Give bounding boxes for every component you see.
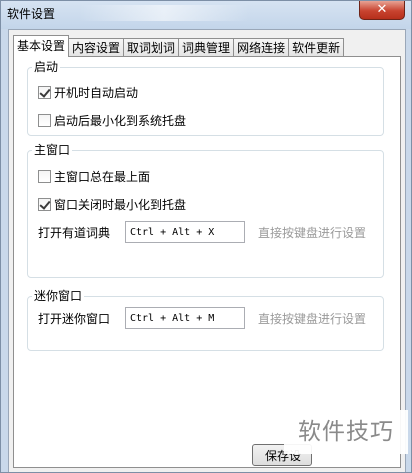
tab-word-capture[interactable]: 取词划词 [123,38,180,57]
title-bar-ghost-text [79,5,249,21]
always-on-top-checkbox[interactable] [38,169,51,183]
title-bar: 软件设置 ✕ [1,1,411,29]
close-to-tray-checkbox[interactable] [38,197,51,211]
settings-window: 软件设置 ✕ 基本设置 内容设置 取词划词 词典管理 网络连接 软件更新 启动 … [0,0,412,473]
close-to-tray-label: 窗口关闭时最小化到托盘 [54,197,187,212]
tab-dictionary-management[interactable]: 词典管理 [178,38,235,57]
dialog-client-area: 基本设置 内容设置 取词划词 词典管理 网络连接 软件更新 启动 开机时自动启动… [8,29,406,472]
close-to-tray-row[interactable]: 窗口关闭时最小化到托盘 [38,195,186,213]
close-icon: ✕ [376,2,388,17]
auto-start-label: 开机时自动启动 [54,85,139,100]
open-dict-hotkey-hint: 直接按键盘进行设置 [258,226,367,240]
startup-group: 启动 开机时自动启动 启动后最小化到系统托盘 [27,59,384,136]
basic-settings-panel: 启动 开机时自动启动 启动后最小化到系统托盘 主窗口 主窗口总在最上面 窗口关闭… [13,56,401,468]
open-dict-hotkey-label: 打开有道词典 [38,226,111,240]
close-button[interactable]: ✕ [359,1,405,20]
watermark: 软件技巧 [284,410,408,454]
open-mini-hotkey-hint: 直接按键盘进行设置 [258,312,367,326]
tab-network[interactable]: 网络连接 [233,38,290,57]
auto-start-checkbox[interactable] [38,85,51,99]
main-window-group-title: 主窗口 [32,142,73,158]
main-window-group: 主窗口 主窗口总在最上面 窗口关闭时最小化到托盘 打开有道词典 直接按键盘进行设… [27,142,384,278]
minimize-to-tray-checkbox[interactable] [38,113,51,127]
minimize-to-tray-row[interactable]: 启动后最小化到系统托盘 [38,111,186,129]
always-on-top-row[interactable]: 主窗口总在最上面 [38,167,150,185]
tab-bar: 基本设置 内容设置 取词划词 词典管理 网络连接 软件更新 [13,35,345,57]
minimize-to-tray-label: 启动后最小化到系统托盘 [54,113,187,128]
open-dict-hotkey-input[interactable] [125,221,245,243]
auto-start-row[interactable]: 开机时自动启动 [38,83,138,101]
tab-content-settings[interactable]: 内容设置 [68,38,125,57]
tab-software-update[interactable]: 软件更新 [288,38,345,57]
tab-basic-settings[interactable]: 基本设置 [13,35,70,57]
always-on-top-label: 主窗口总在最上面 [54,169,151,184]
open-mini-hotkey-label: 打开迷你窗口 [38,312,111,326]
window-title: 软件设置 [7,7,56,21]
open-mini-hotkey-input[interactable] [125,307,245,329]
mini-window-group-title: 迷你窗口 [32,288,85,304]
mini-window-group: 迷你窗口 打开迷你窗口 直接按键盘进行设置 [27,288,384,351]
startup-group-title: 启动 [32,59,61,75]
